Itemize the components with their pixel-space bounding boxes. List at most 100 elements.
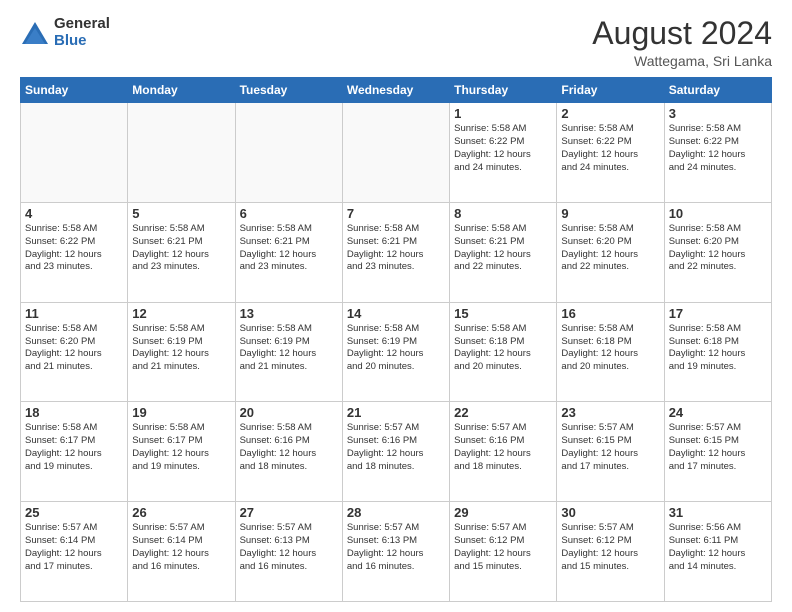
day-number: 23: [561, 405, 659, 420]
calendar-cell: 13 Sunrise: 5:58 AM Sunset: 6:19 PM Dayli…: [235, 302, 342, 402]
month-year: August 2024: [592, 16, 772, 51]
day-number: 21: [347, 405, 445, 420]
calendar-cell: 18Sunrise: 5:58 AM Sunset: 6:17 PM Dayli…: [21, 402, 128, 502]
day-info: Sunrise: 5:58 AM Sunset: 6:19 PM Dayligh…: [347, 323, 445, 374]
day-info: Sunrise: 5:57 AM Sunset: 6:13 PM Dayligh…: [240, 522, 338, 573]
page: General Blue August 2024 Wattegama, Sri …: [0, 0, 792, 612]
logo-icon: [20, 20, 50, 48]
day-number: 16: [561, 306, 659, 321]
day-info: Sunrise: 5:58 AM Sunset: 6:21 PM Dayligh…: [347, 223, 445, 274]
day-info: Sunrise: 5:57 AM Sunset: 6:14 PM Dayligh…: [132, 522, 230, 573]
day-number: 24: [669, 405, 767, 420]
day-number: 20: [240, 405, 338, 420]
calendar-cell: [128, 103, 235, 203]
calendar-cell: 7 Sunrise: 5:58 AM Sunset: 6:21 PM Daylig…: [342, 202, 449, 302]
calendar-cell: 24 Sunrise: 5:57 AM Sunset: 6:15 PM Dayli…: [664, 402, 771, 502]
calendar-cell: 8 Sunrise: 5:58 AM Sunset: 6:21 PM Daylig…: [450, 202, 557, 302]
calendar-cell: [342, 103, 449, 203]
day-number: 10: [669, 206, 767, 221]
day-info: Sunrise: 5:58 AM Sunset: 6:18 PM Dayligh…: [669, 323, 767, 374]
calendar-cell: 11 Sunrise: 5:58 AM Sunset: 6:20 PM Dayli…: [21, 302, 128, 402]
calendar-cell: 21 Sunrise: 5:57 AM Sunset: 6:16 PM Dayli…: [342, 402, 449, 502]
day-number: 5: [132, 206, 230, 221]
logo-blue: Blue: [54, 33, 110, 50]
day-number: 22: [454, 405, 552, 420]
calendar-cell: 3Sunrise: 5:58 AM Sunset: 6:22 PM Daylig…: [664, 103, 771, 203]
day-number: 15: [454, 306, 552, 321]
day-number: 17: [669, 306, 767, 321]
day-number: 14: [347, 306, 445, 321]
day-info: Sunrise: 5:57 AM Sunset: 6:13 PM Dayligh…: [347, 522, 445, 573]
calendar-cell: 27 Sunrise: 5:57 AM Sunset: 6:13 PM Dayli…: [235, 502, 342, 602]
day-info: Sunrise: 5:58 AM Sunset: 6:17 PM Dayligh…: [132, 422, 230, 473]
day-info: Sunrise: 5:58 AM Sunset: 6:20 PM Dayligh…: [561, 223, 659, 274]
day-number: 2: [561, 106, 659, 121]
day-number: 9: [561, 206, 659, 221]
day-info: Sunrise: 5:57 AM Sunset: 6:12 PM Dayligh…: [561, 522, 659, 573]
logo: General Blue: [20, 16, 110, 49]
day-info: Sunrise: 5:58 AM Sunset: 6:21 PM Dayligh…: [454, 223, 552, 274]
day-number: 26: [132, 505, 230, 520]
calendar-cell: 20 Sunrise: 5:58 AM Sunset: 6:16 PM Dayli…: [235, 402, 342, 502]
day-info: Sunrise: 5:58 AM Sunset: 6:19 PM Dayligh…: [240, 323, 338, 374]
day-info: Sunrise: 5:57 AM Sunset: 6:15 PM Dayligh…: [669, 422, 767, 473]
day-info: Sunrise: 5:58 AM Sunset: 6:22 PM Dayligh…: [561, 123, 659, 174]
header-friday: Friday: [557, 78, 664, 103]
day-number: 12: [132, 306, 230, 321]
calendar-cell: 2 Sunrise: 5:58 AM Sunset: 6:22 PM Daylig…: [557, 103, 664, 203]
day-number: 11: [25, 306, 123, 321]
header-sunday: Sunday: [21, 78, 128, 103]
calendar-cell: [21, 103, 128, 203]
day-info: Sunrise: 5:57 AM Sunset: 6:16 PM Dayligh…: [454, 422, 552, 473]
calendar-cell: 14 Sunrise: 5:58 AM Sunset: 6:19 PM Dayli…: [342, 302, 449, 402]
calendar-cell: 10Sunrise: 5:58 AM Sunset: 6:20 PM Dayli…: [664, 202, 771, 302]
calendar-cell: 16 Sunrise: 5:58 AM Sunset: 6:18 PM Dayli…: [557, 302, 664, 402]
day-info: Sunrise: 5:58 AM Sunset: 6:16 PM Dayligh…: [240, 422, 338, 473]
day-number: 27: [240, 505, 338, 520]
header: General Blue August 2024 Wattegama, Sri …: [20, 16, 772, 69]
day-info: Sunrise: 5:58 AM Sunset: 6:22 PM Dayligh…: [669, 123, 767, 174]
day-info: Sunrise: 5:57 AM Sunset: 6:16 PM Dayligh…: [347, 422, 445, 473]
day-info: Sunrise: 5:57 AM Sunset: 6:12 PM Dayligh…: [454, 522, 552, 573]
day-info: Sunrise: 5:58 AM Sunset: 6:18 PM Dayligh…: [561, 323, 659, 374]
day-number: 19: [132, 405, 230, 420]
calendar-cell: 28Sunrise: 5:57 AM Sunset: 6:13 PM Dayli…: [342, 502, 449, 602]
calendar-week-2: 4Sunrise: 5:58 AM Sunset: 6:22 PM Daylig…: [21, 202, 772, 302]
day-number: 13: [240, 306, 338, 321]
day-info: Sunrise: 5:58 AM Sunset: 6:18 PM Dayligh…: [454, 323, 552, 374]
day-number: 1: [454, 106, 552, 121]
calendar-cell: 15 Sunrise: 5:58 AM Sunset: 6:18 PM Dayli…: [450, 302, 557, 402]
calendar-cell: 19 Sunrise: 5:58 AM Sunset: 6:17 PM Dayli…: [128, 402, 235, 502]
day-number: 7: [347, 206, 445, 221]
calendar-cell: 1 Sunrise: 5:58 AM Sunset: 6:22 PM Daylig…: [450, 103, 557, 203]
calendar-cell: 5 Sunrise: 5:58 AM Sunset: 6:21 PM Daylig…: [128, 202, 235, 302]
calendar-week-5: 25Sunrise: 5:57 AM Sunset: 6:14 PM Dayli…: [21, 502, 772, 602]
calendar-cell: 9 Sunrise: 5:58 AM Sunset: 6:20 PM Daylig…: [557, 202, 664, 302]
calendar-cell: 23 Sunrise: 5:57 AM Sunset: 6:15 PM Dayli…: [557, 402, 664, 502]
calendar-cell: 17 Sunrise: 5:58 AM Sunset: 6:18 PM Dayli…: [664, 302, 771, 402]
day-info: Sunrise: 5:58 AM Sunset: 6:21 PM Dayligh…: [132, 223, 230, 274]
calendar-cell: 30 Sunrise: 5:57 AM Sunset: 6:12 PM Dayli…: [557, 502, 664, 602]
calendar-week-3: 11 Sunrise: 5:58 AM Sunset: 6:20 PM Dayli…: [21, 302, 772, 402]
header-monday: Monday: [128, 78, 235, 103]
day-number: 29: [454, 505, 552, 520]
day-info: Sunrise: 5:58 AM Sunset: 6:20 PM Dayligh…: [25, 323, 123, 374]
day-number: 8: [454, 206, 552, 221]
day-info: Sunrise: 5:57 AM Sunset: 6:14 PM Dayligh…: [25, 522, 123, 573]
header-thursday: Thursday: [450, 78, 557, 103]
day-info: Sunrise: 5:58 AM Sunset: 6:22 PM Dayligh…: [25, 223, 123, 274]
day-info: Sunrise: 5:57 AM Sunset: 6:15 PM Dayligh…: [561, 422, 659, 473]
location: Wattegama, Sri Lanka: [592, 53, 772, 69]
day-number: 30: [561, 505, 659, 520]
calendar-cell: 4Sunrise: 5:58 AM Sunset: 6:22 PM Daylig…: [21, 202, 128, 302]
day-info: Sunrise: 5:58 AM Sunset: 6:21 PM Dayligh…: [240, 223, 338, 274]
calendar-week-4: 18Sunrise: 5:58 AM Sunset: 6:17 PM Dayli…: [21, 402, 772, 502]
calendar-cell: 12Sunrise: 5:58 AM Sunset: 6:19 PM Dayli…: [128, 302, 235, 402]
calendar-cell: 26 Sunrise: 5:57 AM Sunset: 6:14 PM Dayli…: [128, 502, 235, 602]
day-number: 31: [669, 505, 767, 520]
day-info: Sunrise: 5:58 AM Sunset: 6:17 PM Dayligh…: [25, 422, 123, 473]
day-info: Sunrise: 5:58 AM Sunset: 6:22 PM Dayligh…: [454, 123, 552, 174]
calendar-cell: 25Sunrise: 5:57 AM Sunset: 6:14 PM Dayli…: [21, 502, 128, 602]
day-info: Sunrise: 5:56 AM Sunset: 6:11 PM Dayligh…: [669, 522, 767, 573]
logo-text: General Blue: [54, 16, 110, 49]
